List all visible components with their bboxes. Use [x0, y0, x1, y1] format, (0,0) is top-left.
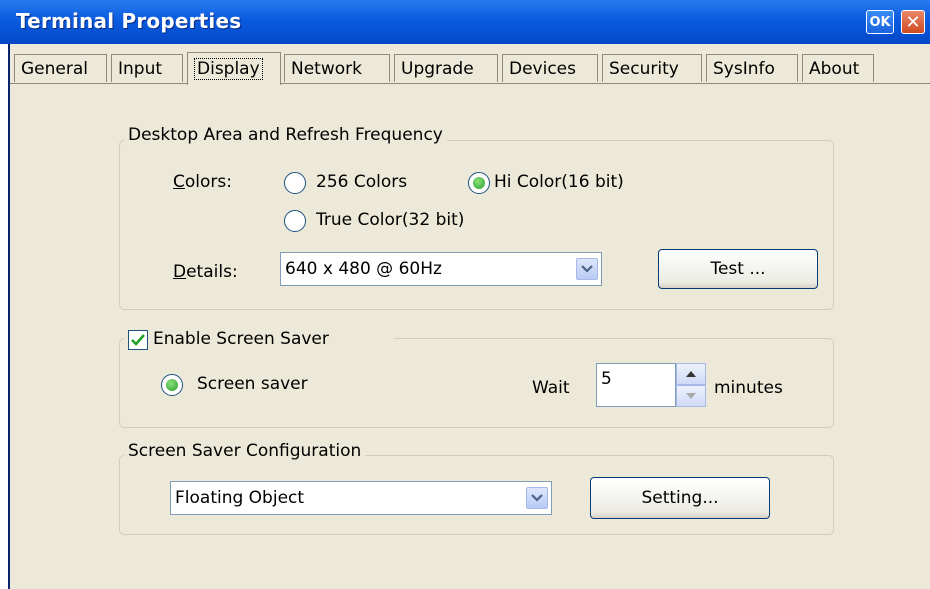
tab-label: Devices [509, 58, 576, 79]
radio-true-color-label: True Color(32 bit) [316, 210, 465, 230]
tab-upgrade[interactable]: Upgrade [394, 54, 498, 82]
window-title: Terminal Properties [16, 9, 242, 33]
desktop-area-title: Desktop Area and Refresh Frequency [124, 125, 447, 145]
wait-value: 5 [601, 369, 612, 389]
tab-security[interactable]: Security [602, 54, 702, 82]
terminal-properties-window: Terminal Properties OK ✕ General Input D… [0, 0, 930, 589]
details-dropdown[interactable]: 640 x 480 @ 60Hz [280, 252, 602, 286]
window-border [8, 44, 10, 589]
radio-screen-saver-label: Screen saver [197, 374, 308, 394]
details-value: 640 x 480 @ 60Hz [285, 259, 442, 279]
radio-true-color[interactable] [284, 210, 306, 232]
tab-input[interactable]: Input [111, 54, 183, 82]
tab-sysinfo[interactable]: SysInfo [706, 54, 798, 82]
arrow-down-icon [686, 393, 696, 399]
tab-general[interactable]: General [14, 54, 107, 82]
details-label: Details: [173, 262, 238, 282]
setting-button[interactable]: Setting... [590, 477, 770, 519]
wait-input[interactable]: 5 [596, 363, 676, 407]
tab-label: Network [291, 58, 362, 79]
close-icon[interactable]: ✕ [901, 10, 925, 34]
tab-devices[interactable]: Devices [502, 54, 598, 82]
screen-saver-value: Floating Object [175, 488, 305, 508]
colors-label: Colors: [173, 172, 232, 192]
tab-label: Upgrade [401, 58, 474, 79]
radio-hi-color[interactable] [468, 172, 490, 194]
tab-about[interactable]: About [802, 54, 874, 82]
radio-256-colors-label: 256 Colors [316, 172, 408, 192]
tab-display[interactable]: Display [187, 52, 281, 85]
tab-network[interactable]: Network [284, 54, 390, 82]
title-bar[interactable]: Terminal Properties OK ✕ [0, 0, 930, 44]
tab-label: General [21, 58, 88, 79]
screen-saver-dropdown[interactable]: Floating Object [170, 481, 552, 515]
checkmark-icon [131, 334, 145, 346]
tab-label: About [809, 58, 860, 79]
enable-screen-saver-checkbox[interactable] [128, 330, 148, 350]
radio-screen-saver[interactable] [161, 374, 183, 396]
minutes-label: minutes [714, 378, 783, 398]
test-button[interactable]: Test ... [658, 249, 818, 289]
chevron-down-icon[interactable] [576, 258, 598, 280]
chevron-down-icon[interactable] [526, 487, 548, 509]
ok-button[interactable]: OK [866, 10, 894, 34]
radio-256-colors[interactable] [284, 172, 306, 194]
tab-divider [10, 83, 930, 84]
screen-saver-config-title: Screen Saver Configuration [124, 441, 366, 461]
spin-down-button[interactable] [676, 385, 706, 407]
tab-label: Security [609, 58, 679, 79]
wait-label: Wait [532, 378, 570, 398]
tab-label: Display [194, 58, 263, 80]
spin-up-button[interactable] [676, 363, 706, 385]
radio-hi-color-label: Hi Color(16 bit) [494, 172, 624, 192]
arrow-up-icon [686, 371, 696, 377]
tab-label: Input [118, 58, 163, 79]
enable-screen-saver-label: Enable Screen Saver [153, 329, 329, 349]
tab-label: SysInfo [713, 58, 775, 79]
